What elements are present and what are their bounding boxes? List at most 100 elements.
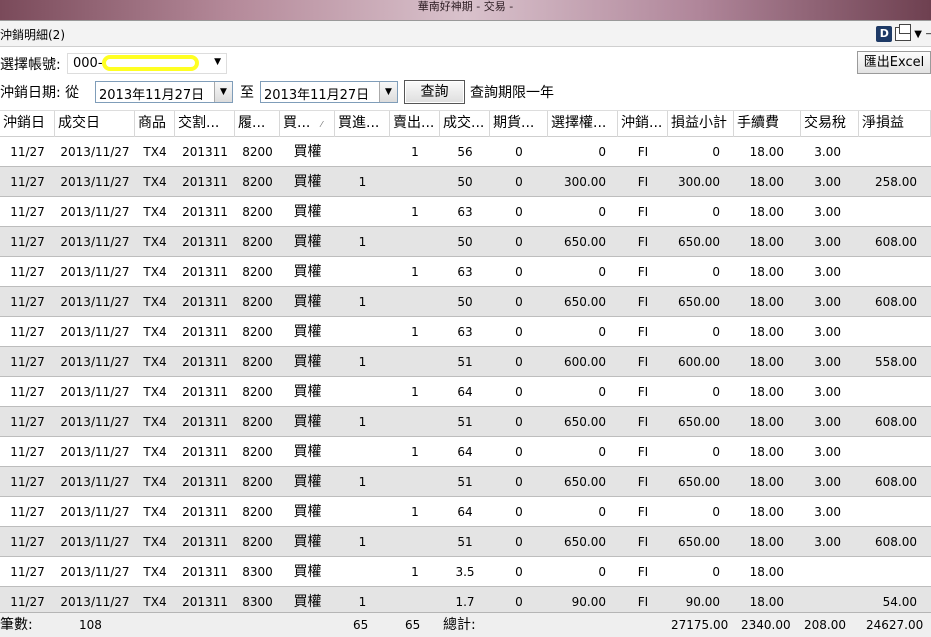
cell-product: TX4 bbox=[143, 505, 167, 519]
cell-delivery-month: 201311 bbox=[182, 445, 228, 459]
cell-fee: 18.00 bbox=[749, 565, 784, 579]
table-row[interactable]: 11/27 2013/11/27 TX4 201311 8300 買權 1 3.5 0 0 FI 0 1… bbox=[0, 557, 931, 587]
cell-settle-type: FI bbox=[637, 505, 649, 519]
cell-trade-date: 2013/11/27 bbox=[60, 415, 130, 429]
column-header-tax[interactable]: 交易稅 bbox=[801, 111, 859, 137]
cell-sell-qty: 1 bbox=[411, 265, 419, 279]
tax-total: 208.00 bbox=[804, 618, 846, 632]
cell-futures-pnl: 0 bbox=[515, 505, 523, 519]
table-row[interactable]: 11/27 2013/11/27 TX4 201311 8200 買權 1 51 0 650.00… bbox=[0, 467, 931, 497]
cell-delivery-month: 201311 bbox=[182, 145, 228, 159]
cell-trade-price: 64 bbox=[457, 445, 473, 459]
cell-sell-qty bbox=[390, 407, 440, 437]
cell-strike: 8200 bbox=[242, 325, 273, 339]
cell-trade-date: 2013/11/27 bbox=[60, 175, 130, 189]
cell-settle-date: 11/27 bbox=[10, 325, 45, 339]
table-row[interactable]: 11/27 2013/11/27 TX4 201311 8200 買權 1 64 0 0 FI 0 18… bbox=[0, 377, 931, 407]
cell-sell-qty bbox=[390, 587, 440, 612]
table-row[interactable]: 11/27 2013/11/27 TX4 201311 8200 買權 1 63 0 0 FI 0 18… bbox=[0, 317, 931, 347]
column-header-sell-qty[interactable]: 賣出... bbox=[390, 111, 440, 137]
pin-icon[interactable]: ⊣ bbox=[925, 27, 931, 41]
cell-call-put: 買權 bbox=[293, 174, 322, 190]
export-excel-button[interactable]: 匯出Excel bbox=[857, 51, 931, 74]
cell-trade-date: 2013/11/27 bbox=[60, 505, 130, 519]
table-row[interactable]: 11/27 2013/11/27 TX4 201311 8200 買權 1 51 0 600.00… bbox=[0, 347, 931, 377]
net-total: 24627.00 bbox=[866, 618, 924, 632]
cell-pnl-subtotal: 0 bbox=[712, 145, 720, 159]
cell-option-pnl: 650.00 bbox=[564, 235, 606, 249]
window-restore-icon[interactable] bbox=[895, 24, 912, 41]
account-label: 選擇帳號: bbox=[0, 57, 61, 73]
cell-futures-pnl: 0 bbox=[515, 595, 523, 609]
cell-sell-qty bbox=[390, 467, 440, 497]
cell-call-put: 買權 bbox=[293, 384, 322, 400]
date-row: 沖銷日期: 從 2013年11月27日 ▼ 至 2013年11月27日 ▼ 查詢… bbox=[0, 78, 931, 106]
table-row[interactable]: 11/27 2013/11/27 TX4 201311 8200 買權 1 64 0 0 FI 0 18… bbox=[0, 497, 931, 527]
dock-d-icon[interactable]: D bbox=[876, 26, 893, 42]
table-row[interactable]: 11/27 2013/11/27 TX4 201311 8200 買權 1 51 0 650.00… bbox=[0, 407, 931, 437]
cell-fee: 18.00 bbox=[749, 235, 784, 249]
cell-settle-date: 11/27 bbox=[10, 235, 45, 249]
table-row[interactable]: 11/27 2013/11/27 TX4 201311 8300 買權 1 1.7 0 90.00… bbox=[0, 587, 931, 612]
date-to-picker[interactable]: 2013年11月27日 ▼ bbox=[260, 81, 398, 103]
cell-option-pnl: 650.00 bbox=[564, 535, 606, 549]
cell-settle-date: 11/27 bbox=[10, 415, 45, 429]
table-row[interactable]: 11/27 2013/11/27 TX4 201311 8200 買權 1 51 0 650.00… bbox=[0, 527, 931, 557]
cell-buy-qty: 1 bbox=[358, 355, 367, 369]
tab-settlement-detail[interactable]: 沖銷明細(2) bbox=[0, 26, 65, 43]
column-header-product[interactable]: 商品 bbox=[135, 111, 175, 137]
column-header-trade-date[interactable]: 成交日 bbox=[55, 111, 135, 137]
cell-call-put: 買權 bbox=[293, 444, 322, 460]
column-header-pnl-subtotal[interactable]: 損益小計 bbox=[668, 111, 734, 137]
table-row[interactable]: 11/27 2013/11/27 TX4 201311 8200 買權 1 56 0 0 FI 0 18… bbox=[0, 137, 931, 167]
cell-delivery-month: 201311 bbox=[182, 205, 228, 219]
cell-option-pnl: 650.00 bbox=[564, 415, 606, 429]
column-header-delivery-month[interactable]: 交割... bbox=[175, 111, 235, 137]
cell-product: TX4 bbox=[143, 265, 167, 279]
cell-product: TX4 bbox=[143, 535, 167, 549]
calendar-dropdown-icon[interactable]: ▼ bbox=[379, 82, 397, 102]
cell-settle-type: FI bbox=[637, 295, 649, 309]
table-row[interactable]: 11/27 2013/11/27 TX4 201311 8200 買權 1 50 0 300.00… bbox=[0, 167, 931, 197]
table-row[interactable]: 11/27 2013/11/27 TX4 201311 8200 買權 1 63 0 0 FI 0 18… bbox=[0, 257, 931, 287]
account-select[interactable]: 000- ▼ bbox=[67, 53, 227, 74]
cell-sell-qty bbox=[390, 527, 440, 557]
column-header-trade-price[interactable]: 成交... bbox=[440, 111, 490, 137]
count-label: 筆數: bbox=[0, 617, 33, 633]
chevron-down-icon[interactable]: ▼ bbox=[914, 29, 922, 40]
column-header-net-pnl[interactable]: 淨損益 bbox=[859, 111, 931, 137]
column-header-fee[interactable]: 手續費 bbox=[734, 111, 801, 137]
cell-pnl-subtotal: 650.00 bbox=[678, 415, 720, 429]
cell-fee: 18.00 bbox=[749, 265, 784, 279]
cell-net-pnl: 608.00 bbox=[875, 235, 917, 249]
query-note: 查詢期限一年 bbox=[470, 85, 554, 101]
table-row[interactable]: 11/27 2013/11/27 TX4 201311 8200 買權 1 63 0 0 FI 0 18… bbox=[0, 197, 931, 227]
cell-net-pnl: 608.00 bbox=[875, 295, 917, 309]
cell-trade-price: 50 bbox=[457, 295, 473, 309]
calendar-dropdown-icon[interactable]: ▼ bbox=[214, 82, 232, 102]
date-from-picker[interactable]: 2013年11月27日 ▼ bbox=[95, 81, 233, 103]
column-header-option-pnl[interactable]: 選擇權... bbox=[548, 111, 618, 137]
cell-tax: 3.00 bbox=[814, 475, 841, 489]
column-header-settle-date[interactable]: 沖銷日 bbox=[0, 111, 55, 137]
table-row[interactable]: 11/27 2013/11/27 TX4 201311 8200 買權 1 64 0 0 FI 0 18… bbox=[0, 437, 931, 467]
cell-futures-pnl: 0 bbox=[515, 415, 523, 429]
cell-pnl-subtotal: 600.00 bbox=[678, 355, 720, 369]
account-redaction-mark bbox=[102, 55, 199, 71]
cell-delivery-month: 201311 bbox=[182, 295, 228, 309]
column-header-settle-type[interactable]: 沖銷... bbox=[618, 111, 668, 137]
column-header-call-put[interactable]: 買... bbox=[280, 111, 335, 137]
cell-net-pnl: 54.00 bbox=[882, 595, 917, 609]
column-header-buy-qty[interactable]: 買進... bbox=[335, 111, 390, 137]
query-button[interactable]: 查詢 bbox=[404, 80, 465, 104]
cell-settle-date: 11/27 bbox=[10, 175, 45, 189]
cell-futures-pnl: 0 bbox=[515, 385, 523, 399]
cell-fee: 18.00 bbox=[749, 175, 784, 189]
cell-trade-price: 51 bbox=[457, 475, 473, 489]
column-header-futures-pnl[interactable]: 期貨... bbox=[490, 111, 548, 137]
cell-pnl-subtotal: 300.00 bbox=[678, 175, 720, 189]
table-row[interactable]: 11/27 2013/11/27 TX4 201311 8200 買權 1 50 0 650.00… bbox=[0, 227, 931, 257]
cell-settle-date: 11/27 bbox=[10, 595, 45, 609]
column-header-strike[interactable]: 履... bbox=[235, 111, 280, 137]
table-row[interactable]: 11/27 2013/11/27 TX4 201311 8200 買權 1 50 0 650.00… bbox=[0, 287, 931, 317]
